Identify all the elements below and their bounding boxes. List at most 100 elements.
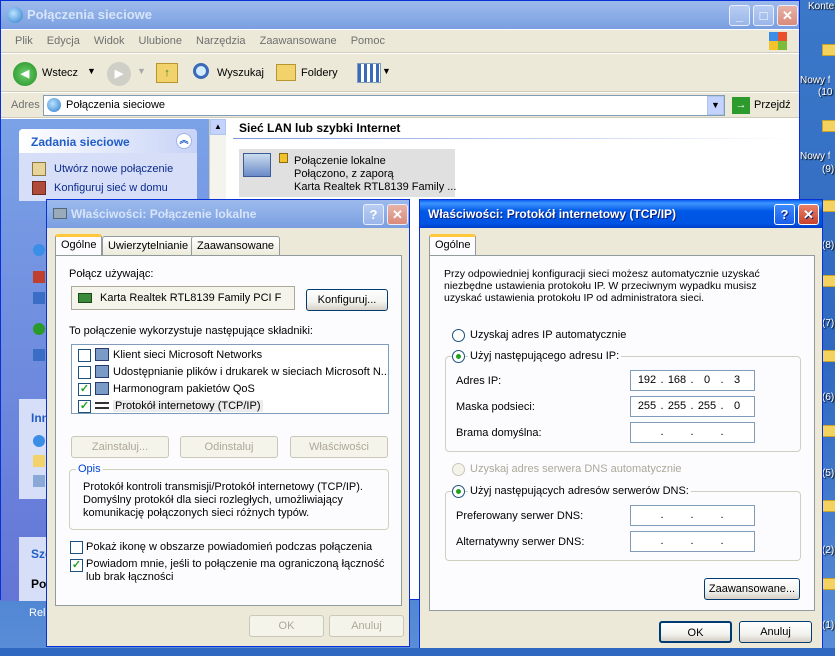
task-new-connection[interactable]: Utwórz nowe połączenie (54, 163, 173, 175)
list-item[interactable]: Klient sieci Microsoft Networks (72, 347, 388, 364)
gateway-field[interactable]: ... (630, 422, 755, 443)
uninstall-button[interactable]: Odinstaluj (180, 436, 278, 458)
connect-using-label: Połącz używając: (69, 268, 154, 280)
go-arrow-icon[interactable]: → (732, 97, 750, 114)
ip-address-field[interactable]: 192. 168. 0. 3 (630, 370, 755, 391)
folder-icon[interactable] (822, 44, 835, 56)
folder-icon[interactable] (822, 500, 835, 512)
search-button-label[interactable]: Wyszukaj (217, 67, 264, 79)
folders-button-label[interactable]: Foldery (301, 67, 338, 79)
folder-icon[interactable] (822, 275, 835, 287)
menu-help[interactable]: Pomoc (351, 35, 385, 47)
maximize-button[interactable]: □ (753, 5, 774, 26)
tcpip-dialog-titlebar[interactable]: Właściwości: Protokół internetowy (TCP/I… (420, 200, 822, 228)
manual-ip-radio[interactable] (452, 350, 465, 363)
computer-icon (33, 292, 45, 304)
connection-status: Połączono, z zaporą (294, 168, 394, 180)
forward-dropdown-icon[interactable]: ▼ (137, 66, 146, 76)
back-arrow-icon[interactable]: ◀ (13, 62, 37, 86)
help-icon (33, 349, 45, 361)
notify-checkbox[interactable]: ✓ (70, 559, 83, 572)
help-button[interactable]: ? (363, 204, 384, 225)
description-text: Protokół kontroli transmisji/Protokół in… (83, 481, 363, 519)
menu-file[interactable]: Plik (15, 35, 33, 47)
preferred-dns-field[interactable]: ... (630, 505, 755, 526)
subnet-mask-field[interactable]: 255. 255. 255. 0 (630, 396, 755, 417)
lan-cancel-button[interactable]: Anuluj (329, 615, 404, 637)
component-checkbox[interactable] (78, 366, 91, 379)
connection-item[interactable]: Połączenie lokalne Połączono, z zaporą K… (239, 149, 456, 197)
advanced-button[interactable]: Zaawansowane... (704, 578, 800, 600)
views-dropdown-icon[interactable]: ▼ (382, 66, 391, 76)
show-icon-checkbox[interactable] (70, 541, 83, 554)
back-dropdown-icon[interactable]: ▼ (87, 66, 96, 76)
close-button[interactable]: ✕ (798, 204, 819, 225)
tcpip-ok-button[interactable]: OK (659, 621, 732, 643)
menu-view[interactable]: Widok (94, 35, 125, 47)
close-button[interactable]: ✕ (777, 5, 798, 26)
auto-ip-radio[interactable] (452, 329, 465, 342)
install-button[interactable]: Zainstaluj... (71, 436, 169, 458)
component-checkbox[interactable] (78, 349, 91, 362)
search-icon[interactable] (193, 63, 209, 79)
network-places-icon (33, 435, 45, 447)
tab-general[interactable]: Ogólne (429, 234, 477, 256)
list-item[interactable]: Udostępnianie plików i drukarek w siecia… (72, 364, 388, 381)
folder-icon[interactable] (822, 200, 835, 212)
views-icon[interactable] (357, 63, 381, 83)
folder-icon[interactable] (822, 120, 835, 132)
lan-dialog-titlebar[interactable]: Właściwości: Połączenie lokalne ? ✕ (47, 200, 409, 228)
properties-button[interactable]: Właściwości (290, 436, 388, 458)
address-field[interactable]: Połączenia sieciowe ▼ (43, 95, 725, 116)
address-value: Połączenia sieciowe (66, 99, 166, 111)
components-label: To połączenie wykorzystuje następujące s… (69, 325, 313, 337)
help-button[interactable]: ? (774, 204, 795, 225)
menu-edit[interactable]: Edycja (47, 35, 80, 47)
scroll-up-icon[interactable]: ▲ (210, 119, 226, 135)
group-underline (233, 138, 793, 139)
tcpip-general-panel: Przy odpowiedniej konfiguracji sieci moż… (429, 255, 815, 611)
auto-dns-radio[interactable] (452, 463, 465, 476)
manual-dns-radio[interactable] (452, 485, 465, 498)
components-list[interactable]: Klient sieci Microsoft Networks Udostępn… (71, 344, 389, 414)
back-button-label[interactable]: Wstecz (42, 67, 78, 79)
configure-button[interactable]: Konfiguruj... (306, 289, 388, 311)
ip-octet: 255 (637, 400, 657, 412)
component-checkbox[interactable]: ✓ (78, 383, 91, 396)
address-dropdown-icon[interactable]: ▼ (707, 96, 724, 115)
tab-general[interactable]: Ogólne (55, 234, 103, 256)
desktop-label: (10 (818, 87, 833, 98)
go-button-label[interactable]: Przejdź (754, 99, 791, 111)
folder-icon[interactable] (822, 578, 835, 590)
menu-tools[interactable]: Narzędzia (196, 35, 246, 47)
explorer-title: Połączenia sieciowe (27, 7, 153, 22)
manual-dns-label: Użyj następujących adresów serwerów DNS: (468, 485, 691, 497)
network-tasks-header[interactable]: Zadania sieciowe ︽ (19, 129, 197, 153)
alternate-dns-field[interactable]: ... (630, 531, 755, 552)
component-checkbox[interactable]: ✓ (78, 400, 91, 413)
lan-ok-button[interactable]: OK (249, 615, 324, 637)
collapse-chevron-icon[interactable]: ︽ (176, 133, 192, 149)
menu-advanced[interactable]: Zaawansowane (260, 35, 337, 47)
tcpip-cancel-button[interactable]: Anuluj (739, 621, 812, 643)
ip-octet: 3 (733, 374, 741, 386)
tcpip-dialog-title: Właściwości: Protokół internetowy (TCP/I… (428, 207, 677, 221)
folders-icon[interactable] (276, 64, 296, 81)
list-item[interactable]: ✓ Harmonogram pakietów QoS (72, 381, 388, 398)
folder-icon[interactable] (822, 350, 835, 362)
up-folder-icon[interactable]: ↑ (156, 63, 178, 83)
network-card-icon (78, 293, 92, 303)
folder-icon[interactable] (822, 425, 835, 437)
tab-advanced[interactable]: Zaawansowane (191, 236, 281, 256)
close-button[interactable]: ✕ (387, 204, 408, 225)
lan-properties-dialog: Właściwości: Połączenie lokalne ? ✕ Ogól… (46, 199, 410, 647)
task-home-network[interactable]: Konfiguruj sieć w domu (54, 182, 168, 194)
list-item[interactable]: ✓ Protokół internetowy (TCP/IP) (72, 398, 388, 413)
explorer-titlebar[interactable]: Połączenia sieciowe _ □ ✕ (1, 1, 799, 29)
tab-authentication-label: Uwierzytelnianie (108, 240, 189, 252)
ip-dot: . (720, 535, 724, 547)
menu-favorites[interactable]: Ulubione (139, 35, 182, 47)
minimize-button[interactable]: _ (729, 5, 750, 26)
tab-authentication[interactable]: Uwierzytelnianie (102, 236, 195, 256)
forward-arrow-icon[interactable]: ▶ (107, 62, 131, 86)
